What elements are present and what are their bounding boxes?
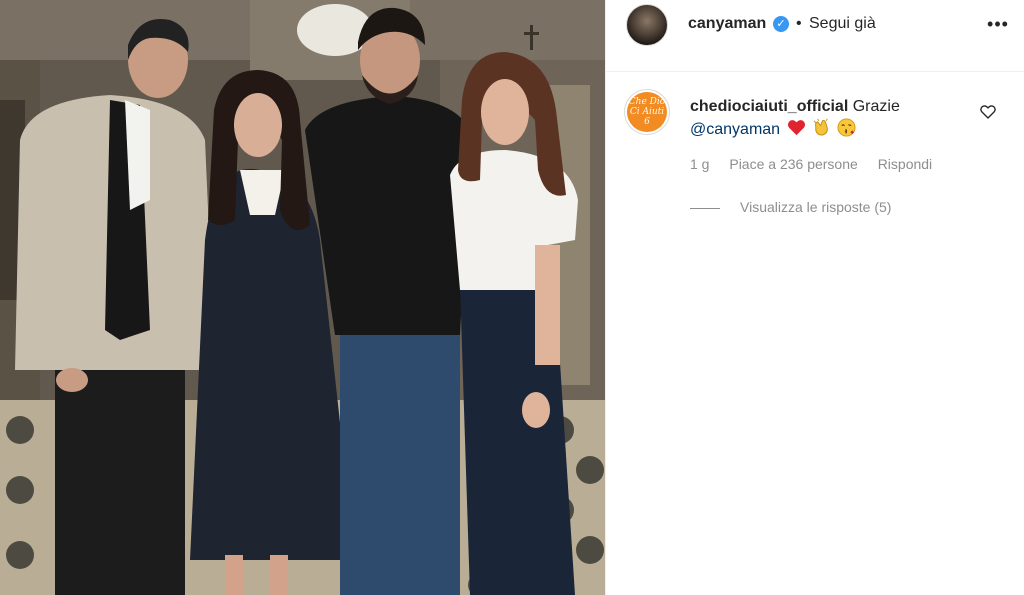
comment-meta: 1 g Piace a 236 persone Rispondi [690,156,948,172]
separator-dot: • [796,15,802,32]
commenter-logo: Che Dio Ci Aiuti 6 [627,92,667,132]
red-heart-icon [787,120,805,136]
comment-likes-link[interactable]: Piace a 236 persone [729,156,857,172]
like-comment-heart-icon[interactable] [979,103,997,121]
clapping-hands-icon [813,118,828,136]
more-options-icon[interactable]: ••• [986,14,1010,34]
verified-badge-icon: ✓ [773,16,789,32]
post-photo[interactable] [0,0,605,595]
post-header: canyaman ✓ • Segui già ••• [606,0,1024,72]
view-replies-button[interactable]: Visualizza le risposte (5) [740,199,891,215]
comment-username[interactable]: chediociaiuti_official [690,98,848,115]
face-blowing-kiss-icon [837,118,856,137]
cast-photo-illustration [0,0,605,595]
header-username[interactable]: canyaman [688,15,766,33]
comment-time: 1 g [690,156,710,172]
comment-mention[interactable]: @canyaman [690,121,780,138]
profile-avatar[interactable] [626,4,668,46]
comment-body: Grazie [852,98,900,115]
follow-status-button[interactable]: Segui già [809,15,876,33]
post-side-panel: canyaman ✓ • Segui già ••• Che Dio Ci Ai… [605,0,1024,595]
commenter-avatar[interactable]: Che Dio Ci Aiuti 6 [624,89,670,135]
reply-button[interactable]: Rispondi [878,156,932,172]
replies-divider [690,208,720,209]
comment: chediociaiuti_official Grazie @canyaman [690,96,975,141]
